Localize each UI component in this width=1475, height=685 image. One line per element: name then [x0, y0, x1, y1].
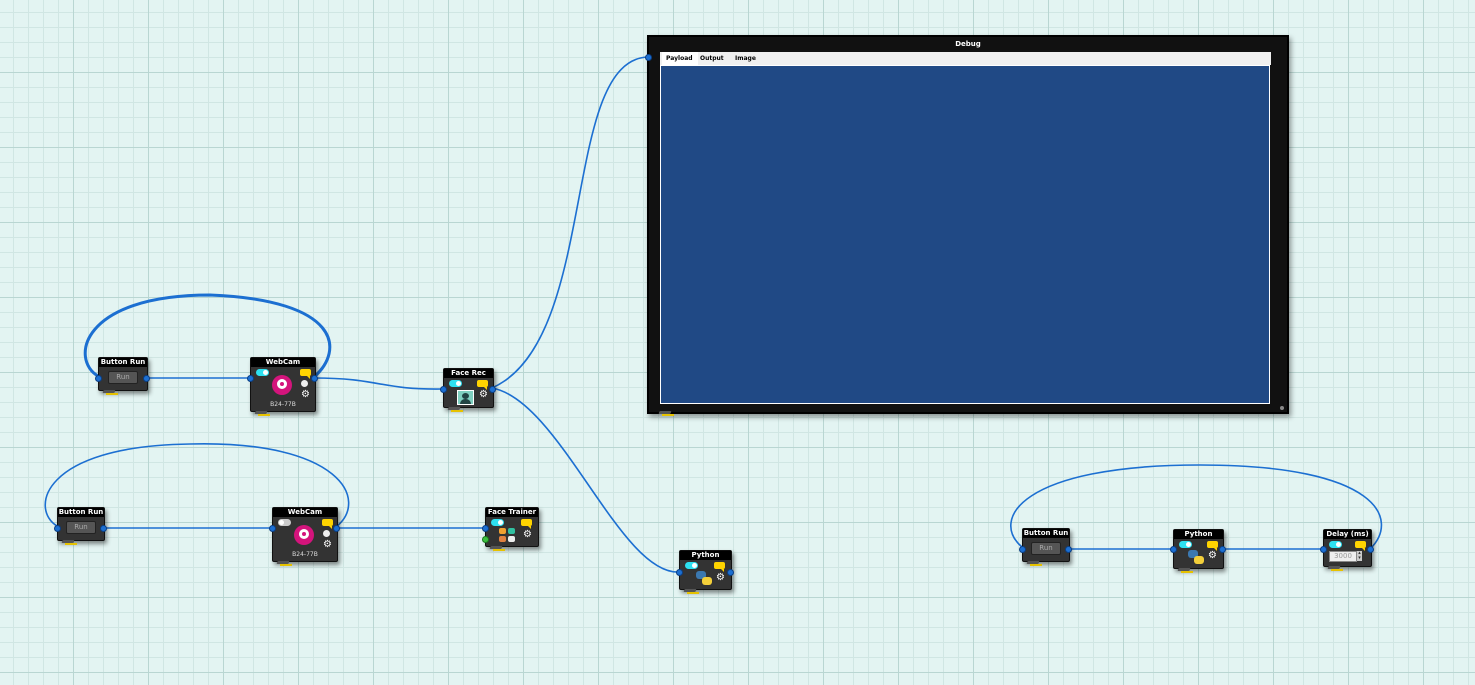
toggle-icon[interactable] — [449, 380, 462, 387]
toggle-icon[interactable] — [256, 369, 269, 376]
debug-output-screen — [660, 65, 1270, 404]
node-button-run-3[interactable]: Button Run Run — [1022, 528, 1070, 562]
webcam-icon — [272, 375, 292, 395]
python-icon — [696, 571, 712, 585]
node-foot-icon — [684, 588, 700, 595]
toggle-icon[interactable] — [1179, 541, 1192, 548]
webcam-caption: B24-77B — [270, 401, 296, 408]
output-port[interactable] — [489, 386, 496, 393]
run-button[interactable]: Run — [1031, 542, 1061, 555]
run-button[interactable]: Run — [66, 521, 96, 534]
node-foot-icon — [103, 389, 119, 396]
delay-input[interactable]: 3000 — [1329, 551, 1357, 562]
output-port[interactable] — [1367, 546, 1374, 553]
gear-icon[interactable]: ⚙ — [323, 540, 332, 550]
wire-webcam1-facerec — [313, 377, 444, 390]
node-title: Button Run — [58, 508, 104, 517]
status-dot — [301, 380, 308, 387]
webcam-caption: B24-77B — [292, 551, 318, 558]
gear-icon[interactable]: ⚙ — [523, 530, 532, 540]
output-port[interactable] — [727, 569, 734, 576]
resize-handle[interactable] — [1280, 406, 1284, 410]
node-foot-icon — [659, 410, 675, 417]
node-foot-icon — [1027, 560, 1043, 567]
debug-panel[interactable]: Debug Payload Output Image — [647, 35, 1289, 414]
message-icon[interactable] — [477, 380, 488, 390]
node-face-trainer[interactable]: Face Trainer ⚙ — [485, 507, 539, 547]
node-title: Python — [1174, 530, 1223, 539]
tab-image[interactable]: Image — [735, 52, 763, 65]
node-foot-icon — [448, 406, 464, 413]
toggle-icon[interactable] — [1329, 541, 1342, 548]
input-port[interactable] — [95, 375, 102, 382]
node-title: Delay (ms) — [1324, 530, 1371, 539]
input-port[interactable] — [1019, 546, 1026, 553]
node-title: Button Run — [1023, 529, 1069, 538]
input-port[interactable] — [676, 569, 683, 576]
toggle-icon[interactable] — [491, 519, 504, 526]
status-dot — [323, 530, 330, 537]
node-title: Button Run — [99, 358, 147, 367]
debug-input-port[interactable] — [645, 54, 652, 61]
input-port[interactable] — [1320, 546, 1327, 553]
node-foot-icon — [277, 560, 293, 567]
node-title: Face Trainer — [486, 508, 538, 517]
gear-icon[interactable]: ⚙ — [479, 390, 488, 400]
node-title: Python — [680, 551, 731, 560]
python-icon — [1188, 550, 1204, 564]
output-port[interactable] — [333, 525, 340, 532]
output-port[interactable] — [100, 525, 107, 532]
node-title: WebCam — [273, 508, 337, 517]
input-port[interactable] — [482, 525, 489, 532]
node-button-run-2[interactable]: Button Run Run — [57, 507, 105, 541]
output-port[interactable] — [1219, 546, 1226, 553]
stepper-arrows[interactable]: ▴ ▾ — [1357, 551, 1362, 561]
node-foot-icon — [62, 539, 78, 546]
tab-output[interactable]: Output — [700, 52, 728, 65]
node-webcam-2[interactable]: WebCam ⚙ B24-77B — [272, 507, 338, 562]
gear-icon[interactable]: ⚙ — [716, 573, 725, 583]
secondary-input-port[interactable] — [482, 536, 489, 543]
message-icon[interactable] — [1355, 541, 1366, 551]
input-port[interactable] — [440, 386, 447, 393]
gear-icon[interactable]: ⚙ — [301, 390, 310, 400]
toggle-icon[interactable] — [278, 519, 291, 526]
node-face-rec[interactable]: Face Rec ⚙ — [443, 368, 494, 408]
face-trainer-icon — [499, 528, 517, 542]
node-foot-icon — [1178, 567, 1194, 574]
debug-title: Debug — [955, 40, 981, 48]
node-title: Face Rec — [444, 369, 493, 378]
face-icon — [457, 390, 474, 405]
toggle-icon[interactable] — [685, 562, 698, 569]
run-button[interactable]: Run — [108, 371, 138, 384]
node-title: WebCam — [251, 358, 315, 367]
input-port[interactable] — [54, 525, 61, 532]
gear-icon[interactable]: ⚙ — [1208, 551, 1217, 561]
message-icon[interactable] — [322, 519, 333, 529]
node-webcam-1[interactable]: WebCam ⚙ B24-77B — [250, 357, 316, 412]
node-delay[interactable]: Delay (ms) 3000 ▴ ▾ — [1323, 529, 1372, 567]
node-button-run-1[interactable]: Button Run Run — [98, 357, 148, 391]
wire-facerec-debug — [491, 56, 649, 389]
output-port[interactable] — [311, 375, 318, 382]
node-python-2[interactable]: Python ⚙ — [1173, 529, 1224, 569]
output-port[interactable] — [143, 375, 150, 382]
message-icon[interactable] — [714, 562, 725, 572]
input-port[interactable] — [269, 525, 276, 532]
message-icon[interactable] — [300, 369, 311, 379]
message-icon[interactable] — [521, 519, 532, 529]
node-foot-icon — [490, 545, 506, 552]
node-foot-icon — [255, 410, 271, 417]
webcam-icon — [294, 525, 314, 545]
node-foot-icon — [1328, 565, 1344, 572]
input-port[interactable] — [247, 375, 254, 382]
debug-tab-bar: Payload Output Image — [660, 52, 1271, 65]
output-port[interactable] — [1065, 546, 1072, 553]
input-port[interactable] — [1170, 546, 1177, 553]
node-python-1[interactable]: Python ⚙ — [679, 550, 732, 590]
message-icon[interactable] — [1207, 541, 1218, 551]
tab-payload[interactable]: Payload — [662, 52, 698, 65]
